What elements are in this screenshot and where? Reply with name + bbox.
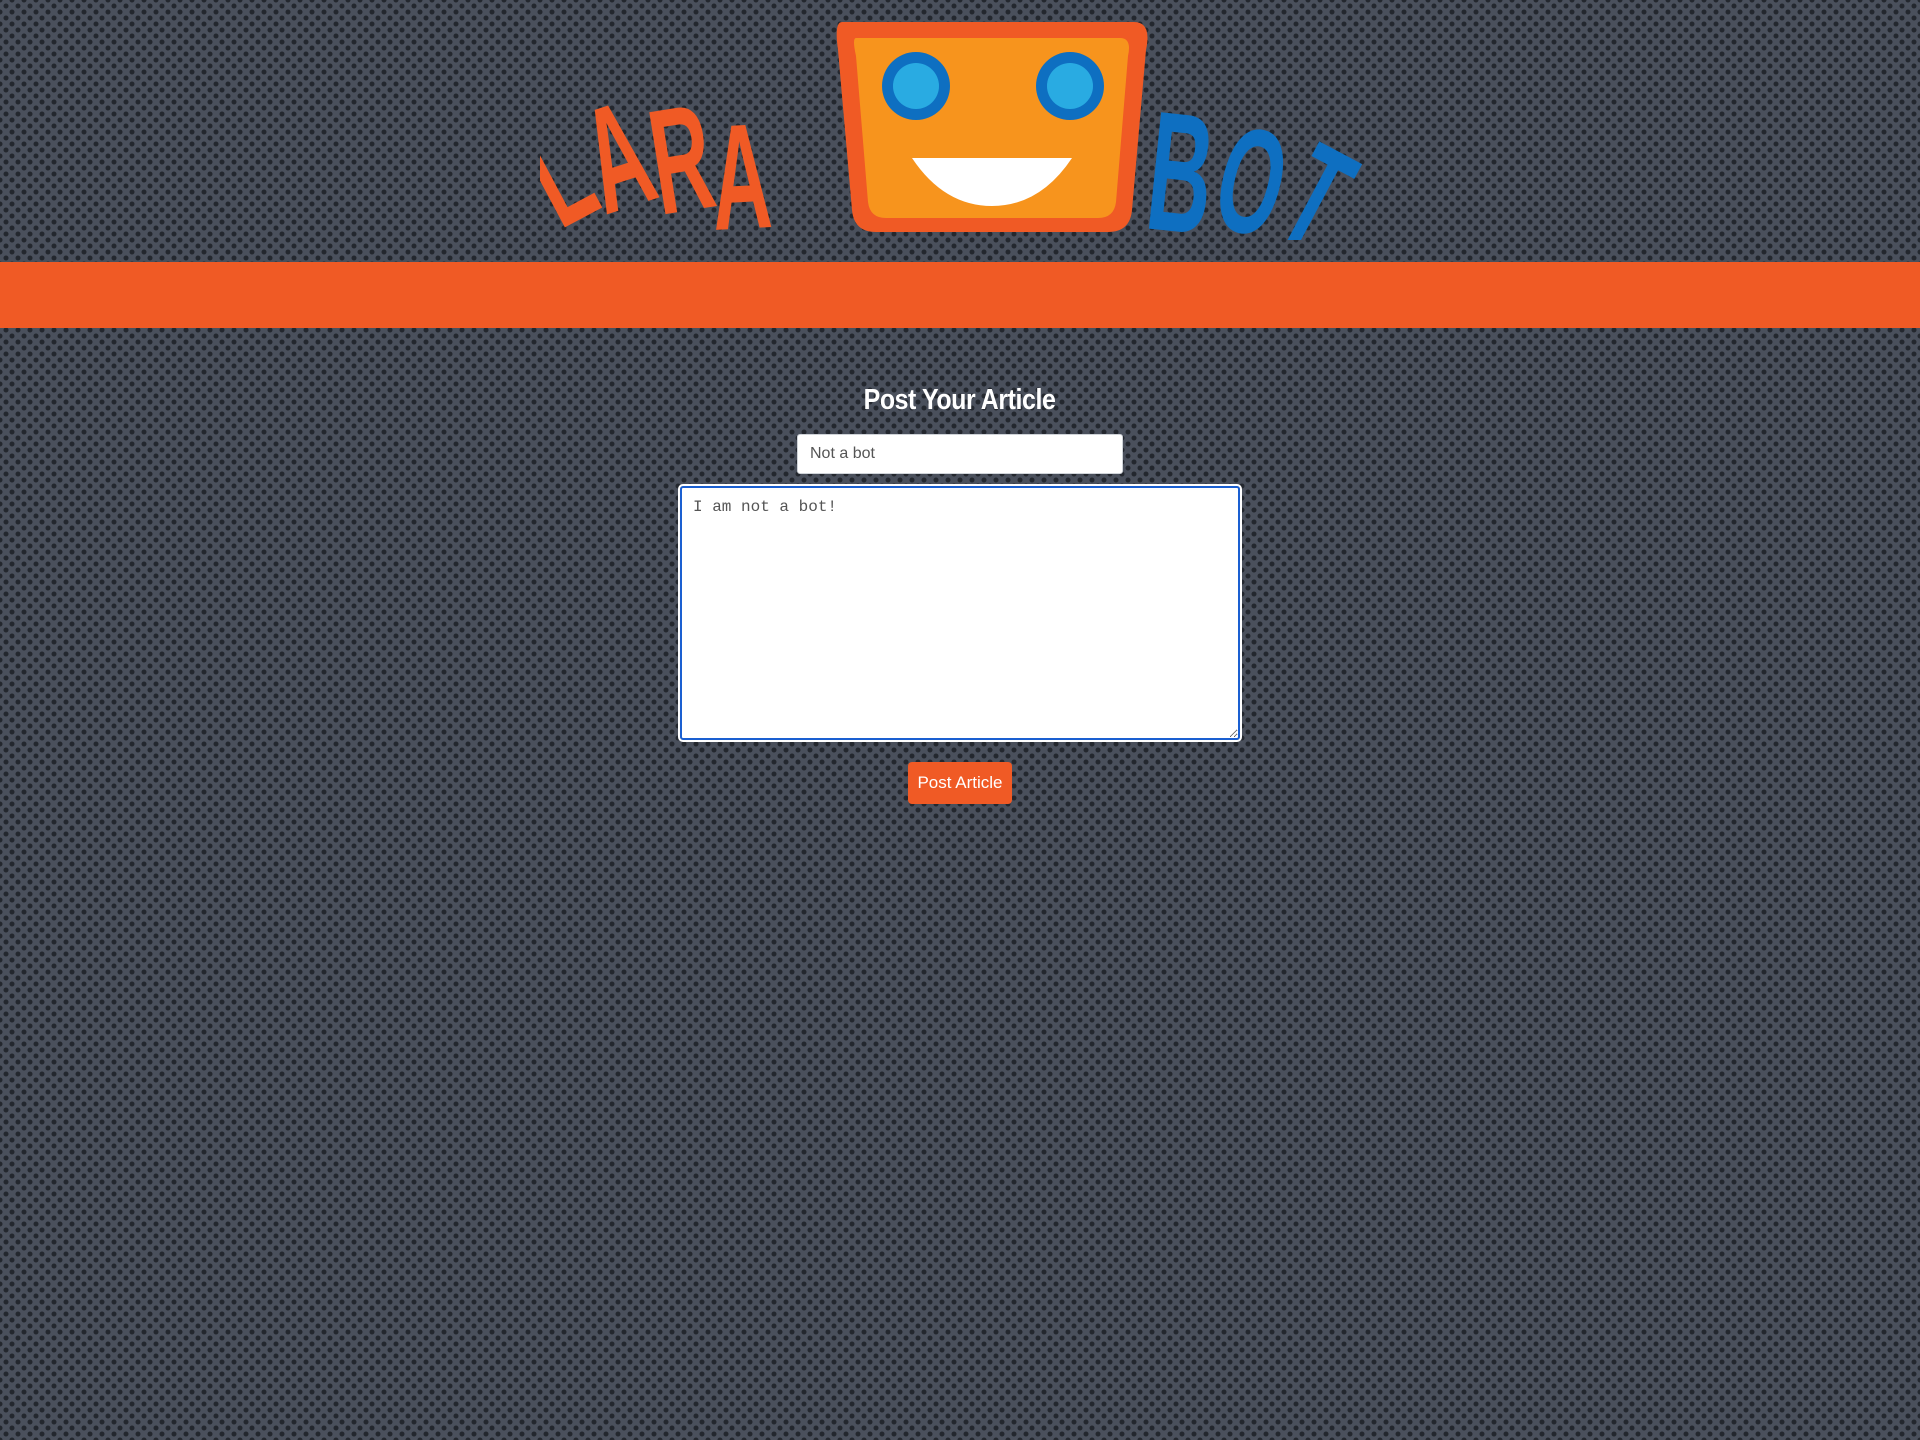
post-article-button[interactable]: Post Article [908,762,1012,804]
logo-text-bot: B O T [1139,75,1378,240]
header-banner [0,262,1920,328]
form-title: Post Your Article [864,384,1056,416]
article-body-textarea[interactable]: I am not a bot! [678,484,1242,742]
logo-text-lara: L A R A [540,67,775,240]
robot-face-icon [836,22,1148,232]
larabot-logo[interactable]: L A R A B O T [540,10,1380,240]
article-title-input[interactable] [797,434,1123,474]
post-article-form: Post Your Article I am not a bot! Post A… [0,380,1920,804]
larabot-logo-graphic: L A R A B O T [540,22,1378,240]
svg-text:A: A [707,91,775,240]
